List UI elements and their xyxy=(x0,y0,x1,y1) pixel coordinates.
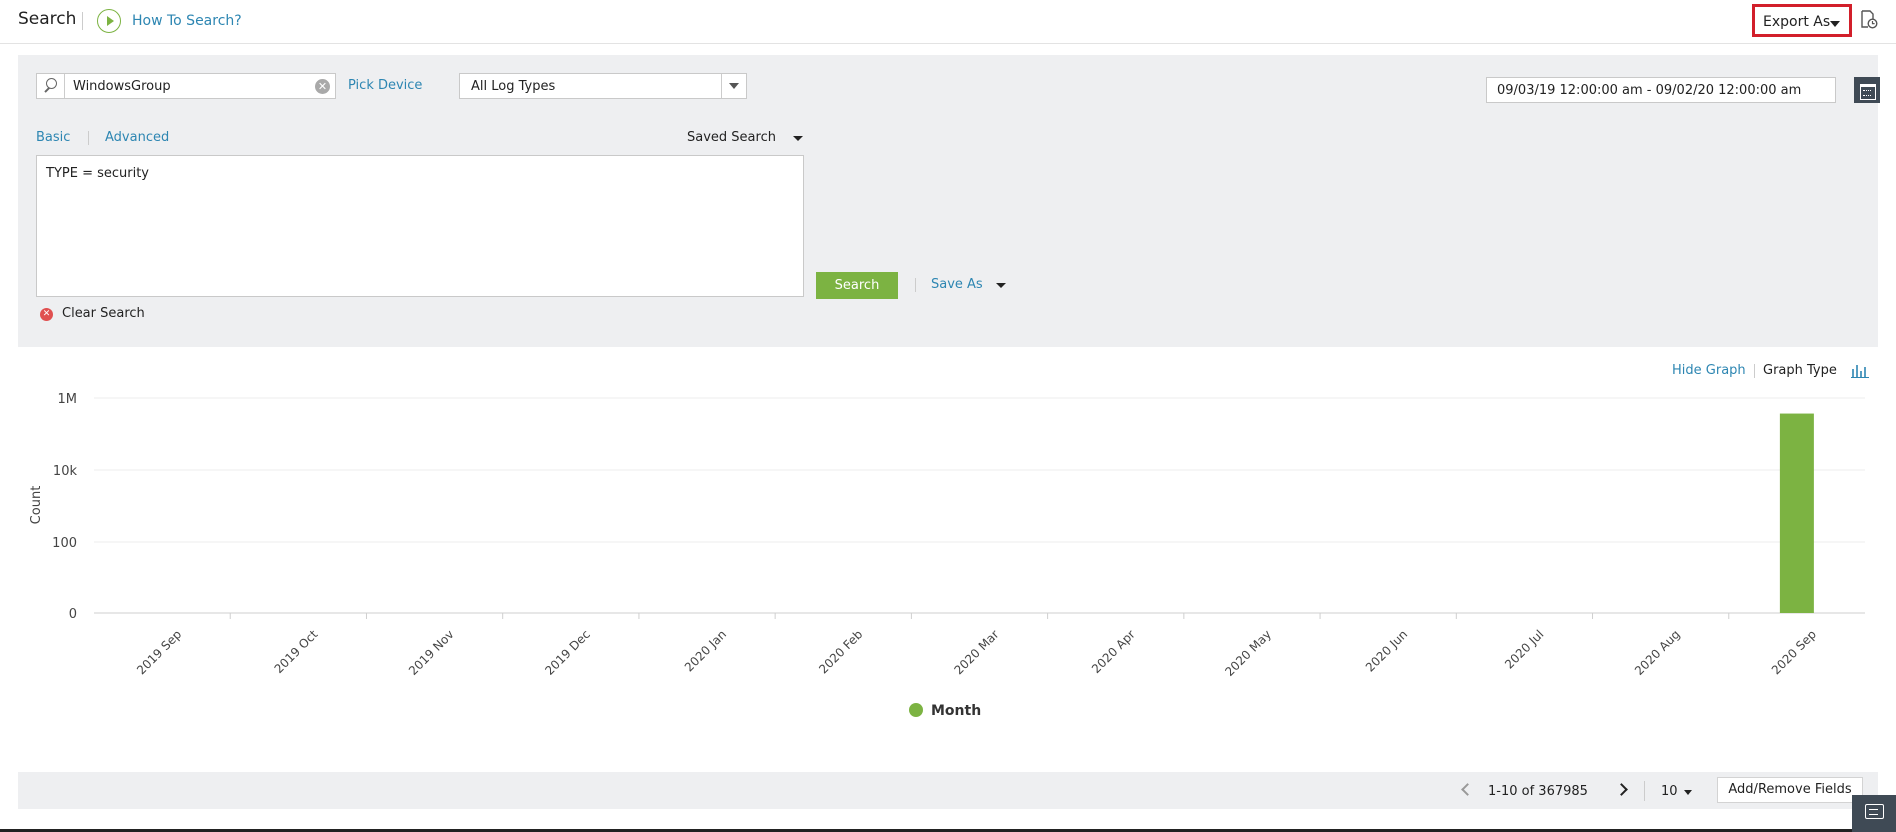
bar-chart-icon[interactable] xyxy=(1850,362,1870,378)
x-tick-label: 2019 Oct xyxy=(272,627,321,676)
y-tick-label: 10k xyxy=(53,464,78,479)
device-search-field[interactable]: WindowsGroup ✕ xyxy=(36,73,336,99)
graph-type-label: Graph Type xyxy=(1763,363,1837,378)
chevron-right-icon[interactable] xyxy=(1615,782,1631,798)
chevron-down-icon[interactable] xyxy=(721,74,746,98)
saved-search-dropdown[interactable]: Saved Search xyxy=(687,130,803,145)
tab-basic[interactable]: Basic xyxy=(36,130,70,145)
export-as-button[interactable]: Export As xyxy=(1752,4,1852,37)
x-tick-label: 2020 Feb xyxy=(816,627,865,676)
chevron-down-icon xyxy=(1830,21,1840,27)
clear-input-icon[interactable]: ✕ xyxy=(315,79,330,94)
log-type-value: All Log Types xyxy=(471,79,556,94)
count-chart: 1M 10k 100 0 Count 2019 Sep 2019 Oct 2019 Nov 20… xyxy=(0,385,1896,725)
add-remove-fields-button[interactable]: Add/Remove Fields xyxy=(1717,777,1863,803)
title-divider xyxy=(82,12,83,30)
save-as-divider xyxy=(915,278,916,292)
clear-search-link[interactable]: Clear Search xyxy=(62,306,145,321)
date-range-field[interactable]: 09/03/19 12:00:00 am - 09/02/20 12:00:00… xyxy=(1486,77,1836,103)
hide-graph-link[interactable]: Hide Graph xyxy=(1672,363,1746,378)
save-as-dropdown[interactable]: Save As xyxy=(931,277,1006,292)
pick-device-link[interactable]: Pick Device xyxy=(348,78,422,93)
x-tick-label: 2020 Sep xyxy=(1769,627,1819,677)
chevron-down-icon xyxy=(793,136,803,141)
search-icon xyxy=(37,74,65,98)
export-as-label: Export As xyxy=(1763,14,1831,30)
x-tick-label: 2019 Nov xyxy=(406,627,457,678)
log-type-select[interactable]: All Log Types xyxy=(459,73,747,99)
page-info: 1-10 of 367985 xyxy=(1488,784,1588,799)
chevron-down-icon xyxy=(996,283,1006,288)
device-search-value: WindowsGroup xyxy=(73,79,171,94)
chat-icon[interactable] xyxy=(1852,795,1896,832)
y-tick-label: 0 xyxy=(69,607,77,622)
save-as-label: Save As xyxy=(931,277,983,292)
x-tick-label: 2020 Aug xyxy=(1632,627,1683,678)
top-bar: Search How To Search? Export As xyxy=(0,0,1896,44)
y-axis-label: Count xyxy=(29,486,44,525)
schedule-report-icon[interactable] xyxy=(1860,10,1878,30)
footer-divider xyxy=(1644,781,1645,801)
x-tick-label: 2020 Jul xyxy=(1502,627,1546,671)
chart-svg: 1M 10k 100 0 Count 2019 Sep 2019 Oct 2019 Nov 20… xyxy=(29,392,1865,719)
chevron-left-icon[interactable] xyxy=(1458,782,1474,798)
search-panel: WindowsGroup ✕ Pick Device All Log Types… xyxy=(18,55,1880,347)
legend-label: Month xyxy=(931,703,981,719)
x-tick-label: 2020 Jun xyxy=(1363,627,1410,674)
y-tick-label: 100 xyxy=(52,536,77,551)
tab-divider xyxy=(88,131,89,145)
saved-search-label: Saved Search xyxy=(687,130,776,145)
x-tick-label: 2020 Apr xyxy=(1089,627,1138,676)
how-to-search-link[interactable]: How To Search? xyxy=(132,13,242,29)
play-icon[interactable] xyxy=(97,9,121,33)
x-tick-label: 2019 Sep xyxy=(134,627,184,677)
legend-marker xyxy=(909,703,923,717)
x-tick-label: 2019 Dec xyxy=(542,627,593,678)
query-text: TYPE = security xyxy=(46,166,149,181)
bar-2020-sep xyxy=(1779,413,1814,613)
calendar-icon[interactable] xyxy=(1854,77,1880,103)
page-title: Search xyxy=(18,9,77,29)
pagination-bar: 1-10 of 367985 10 Add/Remove Fields xyxy=(18,772,1878,809)
search-button[interactable]: Search xyxy=(816,272,898,299)
graph-controls-divider xyxy=(1754,364,1755,378)
x-tick-label: 2020 Mar xyxy=(951,627,1001,677)
y-tick-label: 1M xyxy=(58,392,78,407)
chevron-down-icon xyxy=(1684,790,1692,795)
query-textarea[interactable]: TYPE = security xyxy=(36,155,804,297)
per-page-select[interactable]: 10 xyxy=(1661,784,1692,799)
clear-search-icon[interactable]: ✕ xyxy=(40,308,53,321)
tab-advanced[interactable]: Advanced xyxy=(105,130,169,145)
date-range-value: 09/03/19 12:00:00 am - 09/02/20 12:00:00… xyxy=(1497,83,1802,98)
x-tick-label: 2020 May xyxy=(1222,627,1274,679)
x-tick-label: 2020 Jan xyxy=(682,627,729,674)
per-page-value: 10 xyxy=(1661,784,1678,799)
